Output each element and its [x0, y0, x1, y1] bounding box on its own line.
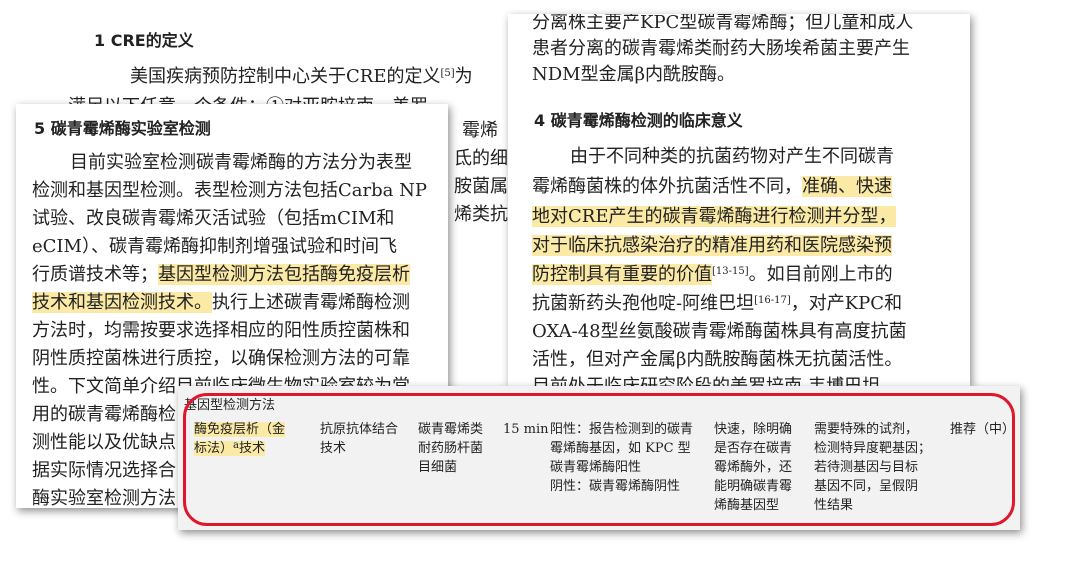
table-snippet-card: 基因型检测方法 酶免疫层析（金 标法）a技术 抗原抗体结合 技术 碳青霉烯类 耐…: [178, 386, 1020, 530]
paragraph-line: 技术和基因检测技术。执行上述碳青霉烯酶检测: [32, 292, 410, 313]
right-top-line: 分离株主要产KPC型碳青霉烯酶；但儿童和成人: [532, 14, 914, 33]
section-4-heading: 4 碳青霉烯酶检测的临床意义: [534, 111, 743, 130]
paragraph-line: 试验、改良碳青霉烯灭活试验（包括mCIM和: [32, 208, 395, 229]
scope-cell: 碳青霉烯类 耐药肠杆菌 目细菌: [418, 422, 484, 475]
paragraph-line: eCIM）、碳青霉烯酶抑制剂增强试验和时间飞: [32, 236, 397, 257]
recommendation-cell: 推荐（中）: [950, 422, 1016, 437]
highlight: 防控制具有重要的价值: [532, 264, 712, 285]
citation: [13-15]: [712, 266, 749, 277]
highlight: 基因型检测方法包括酶免疫层析: [158, 264, 410, 285]
paragraph-line: 霉烯酶菌株的体外抗菌活性不同，准确、快速: [532, 176, 892, 197]
time-cell: 15 min: [503, 422, 549, 437]
right-top-line: NDM型金属β内酰胺酶。: [532, 64, 736, 85]
paragraph-line: 测性能以及优缺点: [32, 432, 176, 453]
back-line-1: 美国疾病预防控制中心关于CRE的定义[5]为: [130, 66, 473, 87]
paragraph-line: 抗菌新药头孢他啶-阿维巴坦[16-17]，对产KPC和: [532, 293, 903, 314]
principle-cell: 抗原抗体结合 技术: [320, 422, 399, 456]
paragraph-line: 用的碳青霉烯酶检: [32, 404, 176, 425]
paragraph-line: 行质谱技术等；基因型检测方法包括酶免疫层析: [32, 264, 410, 285]
highlight: 技术和基因检测技术。: [32, 292, 212, 313]
interpretation-cell: 阳性：报告检测到的碳青 霉烯酶基因，如 KPC 型 碳青霉烯酶阳性 阴性：碳青霉…: [550, 422, 694, 494]
highlight: 地对CRE产生的碳青霉烯酶进行检测并分型，: [532, 206, 897, 227]
paragraph-line: 方法时，均需按要求选择相应的阳性质控菌株和: [32, 320, 410, 341]
back-fragment: 烯类抗: [454, 204, 508, 225]
paragraph-line: 目前实验室检测碳青霉烯酶的方法分为表型: [70, 152, 412, 173]
back-fragment: 霉烯: [462, 120, 498, 141]
paragraph-line: 酶实验室检测方法: [32, 488, 176, 508]
disadvantages-cell: 需要特殊的试剂， 检测特异度靶基因； 若待测基因与目标 基因不同，呈假阴 性结果: [814, 422, 932, 513]
citation: [16-17]: [754, 295, 791, 306]
section-5-heading: 5 碳青霉烯酶实验室检测: [34, 119, 211, 138]
highlight: 对于临床抗感染治疗的精准用药和医院感染预: [532, 235, 892, 256]
right-article-card: 分离株主要产KPC型碳青霉烯酶；但儿童和成人 患者分离的碳青霉烯类耐药大肠埃希菌…: [508, 14, 970, 386]
paragraph-line: 目前处于临床研究阶段的美罗培南-韦博巴坦: [532, 374, 880, 386]
paragraph-line: 阴性质控菌株进行质控，以确保检测方法的可靠: [32, 348, 410, 369]
method-cell: 酶免疫层析（金 标法）a技术: [194, 422, 286, 456]
right-top-line: 患者分离的碳青霉烯类耐药大肠埃希菌主要产生: [532, 38, 910, 59]
paragraph-line: OXA-48型丝氨酸碳青霉烯酶菌株具有高度抗菌: [532, 321, 907, 342]
paragraph-line: 据实际情况选择合: [32, 460, 176, 481]
back-fragment: 氐的细: [454, 148, 508, 169]
paragraph-line: 活性，但对产金属β内酰胺酶菌株无抗菌活性。: [532, 349, 903, 370]
paragraph-line: 地对CRE产生的碳青霉烯酶进行检测并分型，: [532, 204, 897, 230]
advantages-cell: 快速，除明确 是否存在碳青 霉烯酶外，还 能明确碳青霉 烯酶基因型: [714, 422, 793, 513]
section-1-heading: 1 CRE的定义: [94, 31, 194, 50]
paragraph-line: 由于不同种类的抗菌药物对产生不同碳青: [570, 146, 894, 167]
table-section-label: 基因型检测方法: [184, 398, 276, 413]
paragraph-line: 防控制具有重要的价值[13-15]。如目前刚上市的: [532, 264, 893, 285]
paragraph-line: 检测和基因型检测。表型检测方法包括Carba NP: [32, 180, 427, 201]
paragraph-line: 对于临床抗感染治疗的精准用药和医院感染预: [532, 233, 892, 259]
back-fragment: 胺菌属: [454, 176, 508, 197]
highlight: 酶免疫层析（金: [194, 422, 286, 437]
highlight: 准确、快速: [802, 176, 892, 197]
